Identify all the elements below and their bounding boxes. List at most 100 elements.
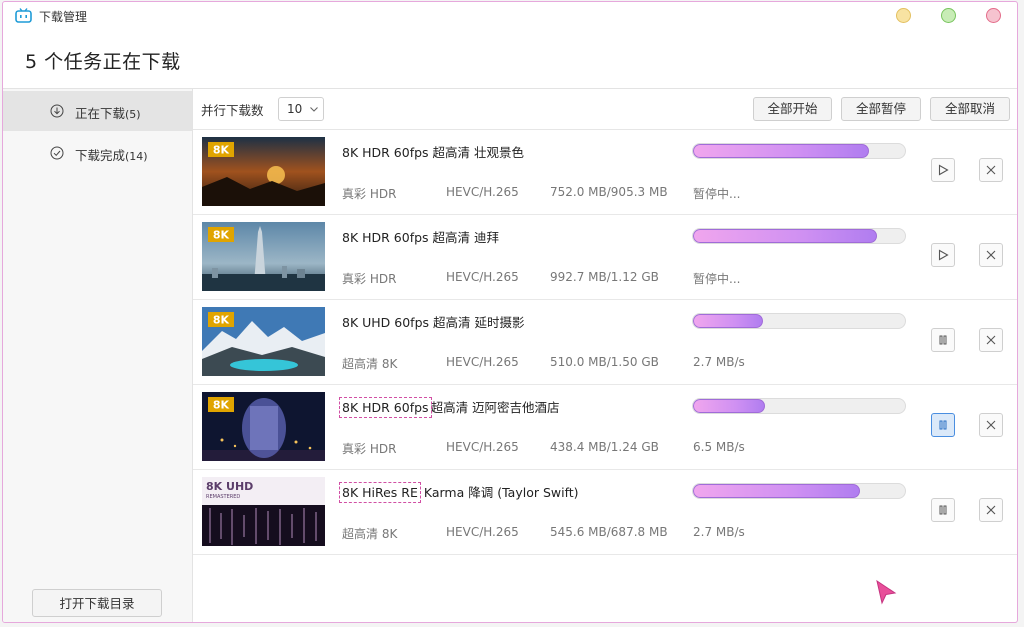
close-icon [986, 335, 996, 345]
task-status: 6.5 MB/s [693, 440, 745, 454]
task-progress-bar [692, 483, 906, 499]
progress-fill [693, 229, 878, 243]
sidebar-item-label: 正在下载(5) [75, 106, 141, 121]
task-quality: 超高清 8K [342, 527, 398, 541]
cancel-task-button[interactable] [979, 243, 1003, 267]
resume-button[interactable] [931, 158, 955, 182]
video-thumbnail: 8K [202, 222, 325, 291]
pause-button[interactable] [931, 498, 955, 522]
progress-fill [693, 144, 869, 158]
task-codec: HEVC/H.265 [446, 185, 519, 199]
task-codec: HEVC/H.265 [446, 355, 519, 369]
task-size: 510.0 MB/1.50 GB [550, 355, 659, 369]
video-thumbnail: 8K [202, 137, 325, 206]
task-title: 8K HDR 60fps 超高清 壮观景色 [342, 145, 525, 160]
task-title: 8K HiRes RE Karma 降调 (Taylor Swift) [339, 482, 579, 503]
video-thumbnail: 8K [202, 392, 325, 461]
task-status: 2.7 MB/s [693, 525, 745, 539]
task-progress-bar [692, 398, 906, 414]
pause-button[interactable] [931, 328, 955, 352]
task-codec: HEVC/H.265 [446, 270, 519, 284]
pause-all-button[interactable]: 全部暂停 [841, 97, 921, 121]
cancel-task-button[interactable] [979, 328, 1003, 352]
task-list: 8K 8K HDR 60fps 超高清 壮观景色 真彩 HDR HEVC/H.2… [193, 130, 1017, 555]
check-circle-icon [50, 146, 64, 160]
play-icon [938, 164, 949, 176]
thumbnail-badge: 8K [213, 399, 230, 412]
task-size: 438.4 MB/1.24 GB [550, 440, 659, 454]
close-icon [986, 250, 996, 260]
concurrent-downloads-label: 并行下载数 [201, 103, 264, 118]
task-title: 8K HDR 60fps 超高清 迈阿密吉他酒店 [339, 397, 560, 418]
progress-fill [693, 399, 766, 413]
thumbnail-badge: 8K [213, 314, 230, 327]
video-thumbnail: 8K UHD REMASTERED [202, 477, 325, 546]
task-quality: 真彩 HDR [342, 442, 397, 456]
task-progress-bar [692, 143, 906, 159]
thumbnail-badge: 8K [213, 229, 230, 242]
task-status: 暂停中... [693, 272, 741, 286]
task-quality: 超高清 8K [342, 357, 398, 371]
close-icon [986, 420, 996, 430]
progress-fill [693, 484, 861, 498]
task-codec: HEVC/H.265 [446, 525, 519, 539]
cancel-task-button[interactable] [979, 413, 1003, 437]
download-list-panel: 并行下载数 10 全部开始 全部暂停 全部取消 8K 8K HDR 60fps … [193, 88, 1017, 622]
pause-button[interactable] [931, 413, 955, 437]
resume-button[interactable] [931, 243, 955, 267]
task-title-prefix: 8K HDR 60fps [339, 397, 432, 418]
maximize-button[interactable] [941, 8, 956, 23]
page-title: 5 个任务正在下载 [25, 51, 181, 73]
task-row: 8K 8K HDR 60fps 超高清 迈阿密吉他酒店 真彩 HDR HEVC/H… [193, 385, 1017, 470]
close-icon [986, 165, 996, 175]
task-size: 752.0 MB/905.3 MB [550, 185, 668, 199]
task-size: 992.7 MB/1.12 GB [550, 270, 659, 284]
cancel-task-button[interactable] [979, 498, 1003, 522]
window-title: 下载管理 [39, 10, 88, 24]
close-window-button[interactable] [986, 8, 1001, 23]
sidebar: 正在下载(5) 下载完成(14) 打开下载目录 [3, 88, 193, 622]
task-title: 8K UHD 60fps 超高清 延时摄影 [342, 315, 525, 330]
start-all-button[interactable]: 全部开始 [753, 97, 832, 121]
task-progress-bar [692, 228, 906, 244]
task-row: 8K 8K HDR 60fps 超高清 壮观景色 真彩 HDR HEVC/H.2… [193, 130, 1017, 215]
task-status: 暂停中... [693, 187, 741, 201]
pause-icon [939, 420, 947, 430]
task-title-prefix: 8K HiRes RE [339, 482, 421, 503]
task-progress-bar [692, 313, 906, 329]
task-title: 8K HDR 60fps 超高清 迪拜 [342, 230, 500, 245]
task-row: 8K UHD REMASTERED 8K HiRes RE Karma 降调 (… [193, 470, 1017, 555]
mouse-cursor-icon [876, 579, 897, 605]
task-row: 8K 8K HDR 60fps 超高清 迪拜 真彩 HDR HEVC/H.265… [193, 215, 1017, 300]
pause-icon [939, 335, 947, 345]
task-codec: HEVC/H.265 [446, 440, 519, 454]
open-download-folder-button[interactable]: 打开下载目录 [32, 589, 162, 617]
video-thumbnail: 8K [202, 307, 325, 376]
minimize-button[interactable] [896, 8, 911, 23]
concurrent-downloads-select[interactable]: 10 [278, 97, 324, 121]
play-icon [938, 249, 949, 261]
progress-fill [693, 314, 763, 328]
task-row: 8K 8K UHD 60fps 超高清 延时摄影 超高清 8K HEVC/H.2… [193, 300, 1017, 385]
pause-icon [939, 505, 947, 515]
thumbnail-badge: 8K [213, 144, 230, 157]
title-bar: 下载管理 [3, 2, 1017, 32]
toolbar: 并行下载数 10 全部开始 全部暂停 全部取消 [193, 89, 1017, 130]
close-icon [986, 505, 996, 515]
download-circle-icon [50, 104, 64, 118]
task-quality: 真彩 HDR [342, 187, 397, 201]
chevron-down-icon [310, 107, 318, 112]
download-manager-window: 下载管理 5 个任务正在下载 正在下载(5) 下载完成(14) 打开下载目录 并… [2, 1, 1018, 623]
sidebar-item-completed[interactable]: 下载完成(14) [3, 133, 192, 173]
sidebar-item-label: 下载完成(14) [75, 148, 148, 163]
task-size: 545.6 MB/687.8 MB [550, 525, 668, 539]
task-status: 2.7 MB/s [693, 355, 745, 369]
sidebar-item-downloading[interactable]: 正在下载(5) [3, 91, 192, 131]
concurrent-downloads-value: 10 [287, 102, 303, 116]
cancel-task-button[interactable] [979, 158, 1003, 182]
thumbnail-subtitle: REMASTERED [206, 494, 240, 500]
app-logo-icon [15, 8, 32, 23]
task-quality: 真彩 HDR [342, 272, 397, 286]
thumbnail-badge: 8K UHD [206, 480, 253, 493]
cancel-all-button[interactable]: 全部取消 [930, 97, 1010, 121]
